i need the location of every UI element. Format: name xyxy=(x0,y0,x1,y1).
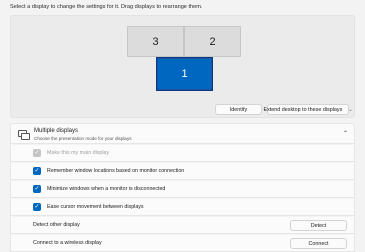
multiple-displays-icon xyxy=(18,130,30,140)
arrange-instruction: Select a display to change the settings … xyxy=(10,4,203,10)
identify-button[interactable]: Identify xyxy=(215,104,262,115)
extend-display-dropdown[interactable]: Extend desktop to these displays ⌄ xyxy=(263,104,353,115)
display-arrangement-panel: 3 2 1 Identify Extend desktop to these d… xyxy=(10,15,355,118)
remember-window-locations-label: Remember window locations based on monit… xyxy=(47,168,185,174)
minimize-windows-label: Minimize windows when a monitor is disco… xyxy=(47,186,166,192)
ease-cursor-label: Ease cursor movement between displays xyxy=(47,204,144,210)
option-ease-cursor[interactable]: ✓ Ease cursor movement between displays xyxy=(10,199,355,216)
detect-button[interactable]: Detect xyxy=(290,220,347,231)
option-minimize-windows[interactable]: ✓ Minimize windows when a monitor is dis… xyxy=(10,181,355,198)
connect-button[interactable]: Connect xyxy=(290,238,347,249)
monitor-3[interactable]: 3 xyxy=(127,26,184,57)
ease-cursor-checkbox[interactable]: ✓ xyxy=(33,203,41,211)
main-display-checkbox: ✓ xyxy=(33,149,41,157)
remember-window-locations-checkbox[interactable]: ✓ xyxy=(33,167,41,175)
monitor-1[interactable]: 1 xyxy=(156,57,213,91)
detect-other-display-label: Detect other display xyxy=(33,222,80,228)
connect-wireless-display-row: Connect to a wireless display Connect xyxy=(10,235,355,252)
multiple-displays-title: Multiple displays xyxy=(34,128,79,134)
extend-display-dropdown-value: Extend desktop to these displays xyxy=(263,106,343,113)
option-main-display: ✓ Make this my main display xyxy=(10,145,355,162)
multiple-displays-header[interactable]: Multiple displays Choose the presentatio… xyxy=(10,123,355,144)
option-remember-window-locations[interactable]: ✓ Remember window locations based on mon… xyxy=(10,163,355,180)
detect-other-display-row: Detect other display Detect xyxy=(10,217,355,234)
minimize-windows-checkbox[interactable]: ✓ xyxy=(33,185,41,193)
chevron-down-icon: ⌄ xyxy=(348,106,353,113)
chevron-up-icon[interactable]: ⌃ xyxy=(343,130,348,137)
main-display-label: Make this my main display xyxy=(47,150,110,156)
multiple-displays-subtitle: Choose the presentation mode for your di… xyxy=(34,136,132,141)
monitor-2[interactable]: 2 xyxy=(184,26,241,57)
connect-wireless-display-label: Connect to a wireless display xyxy=(33,240,102,246)
